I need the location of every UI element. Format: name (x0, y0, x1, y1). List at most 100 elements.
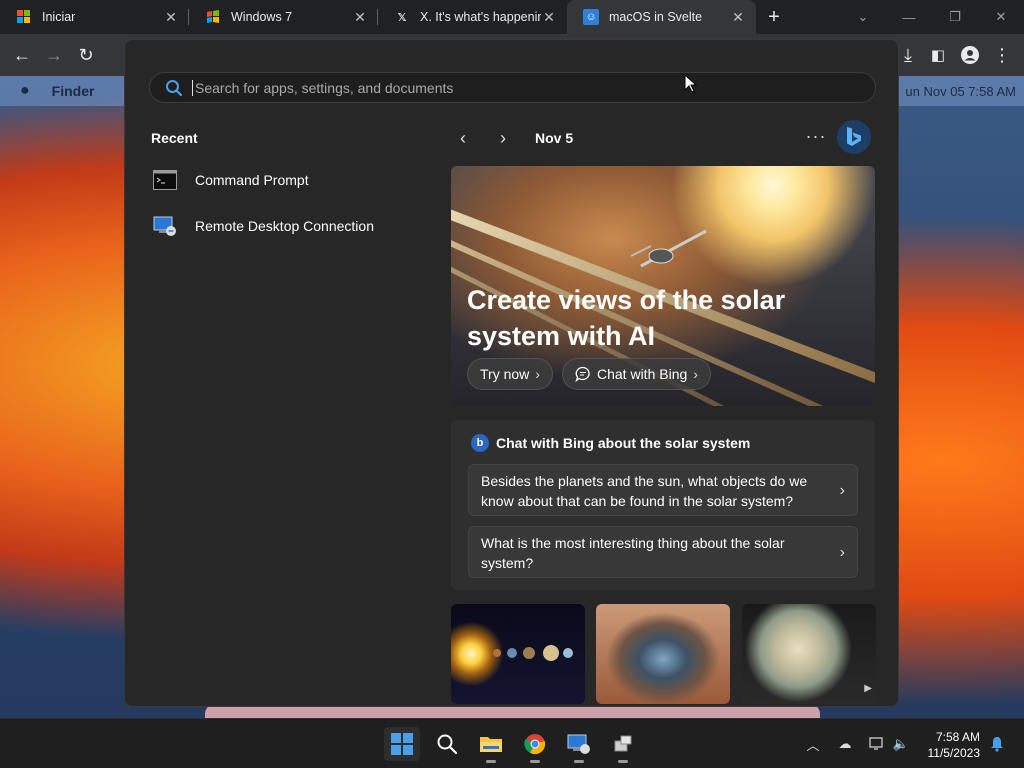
windows-logo-icon (16, 9, 32, 25)
browser-tab-strip: Iniciar ✕ Windows 7 ✕ 𝕏 X. It's what's h… (0, 0, 1024, 34)
tab-title: X. It's what's happenin (420, 10, 541, 24)
chat-suggestion-text: What is the most interesting thing about… (481, 535, 785, 571)
x-logo-icon: 𝕏 (397, 11, 407, 24)
taskbar-search-button[interactable] (429, 727, 465, 761)
taskbar: ︿ ☁ 🔈 7:58 AM 11/5/2023 (0, 718, 1024, 768)
try-now-button[interactable]: Try now › (467, 358, 553, 390)
chat-bubble-icon (575, 366, 590, 382)
date-navigation: ‹ › Nov 5 (451, 126, 573, 150)
chevron-right-icon: › (693, 366, 698, 382)
chat-suggestion[interactable]: What is the most interesting thing about… (468, 526, 858, 578)
mouse-cursor-icon (684, 74, 698, 93)
close-tab-icon[interactable]: ✕ (541, 9, 557, 26)
mac-clock: un Nov 05 7:58 AM (905, 83, 1016, 99)
back-icon[interactable]: ← (8, 42, 36, 68)
remote-desktop-taskbar-button[interactable] (561, 727, 597, 763)
search-icon (437, 734, 458, 755)
chat-with-bing-label: Chat with Bing (597, 366, 688, 382)
running-indicator (530, 760, 540, 763)
running-indicator (486, 760, 496, 763)
chevron-right-icon[interactable]: › (491, 126, 515, 150)
chat-suggestion-text: Besides the planets and the sun, what ob… (481, 473, 808, 509)
new-tab-button[interactable]: + (760, 0, 788, 34)
search-input[interactable] (192, 79, 875, 96)
hero-card[interactable]: Create views of the solar system with AI… (451, 166, 875, 406)
windows-flag-icon (205, 9, 221, 25)
planet-surface-thumbnail[interactable] (596, 604, 730, 704)
solar-system-thumbnail[interactable] (451, 604, 585, 704)
tab-title: Windows 7 (231, 10, 293, 24)
more-options-icon[interactable]: ··· (805, 126, 827, 147)
reload-icon[interactable]: ↻ (72, 42, 100, 68)
bing-chat-card: b Chat with Bing about the solar system … (451, 420, 875, 590)
start-search-box[interactable] (149, 72, 876, 103)
chevron-right-icon: › (839, 482, 845, 499)
close-tab-icon[interactable]: ✕ (730, 9, 746, 26)
tab-search-icon[interactable]: ⌄ (840, 0, 886, 34)
tab-title: macOS in Svelte (609, 10, 703, 24)
close-tab-icon[interactable]: ✕ (163, 9, 179, 26)
maximize-icon[interactable]: ❐ (932, 0, 978, 34)
finder-menu[interactable]: Finder (52, 83, 95, 99)
folder-icon (480, 737, 502, 752)
command-prompt-icon (153, 169, 177, 191)
try-now-label: Try now (480, 366, 530, 382)
tab-title: Iniciar (42, 10, 76, 24)
network-icon[interactable] (866, 733, 888, 755)
apple-icon[interactable]: ● (20, 82, 30, 100)
minimize-icon[interactable]: — (886, 0, 932, 34)
planet-dot (493, 649, 501, 657)
macos-icon: ☺ (583, 9, 599, 25)
window-controls: ⌄ — ❐ ✕ (840, 0, 1024, 34)
bing-chat-icon: b (471, 434, 489, 452)
planet-dot (563, 648, 573, 658)
chevron-left-icon[interactable]: ‹ (451, 126, 475, 150)
clock-date: 11/5/2023 (927, 746, 981, 760)
forward-icon[interactable]: → (40, 42, 68, 68)
tab-macos-in-svelte[interactable]: ☺ macOS in Svelte ✕ (567, 0, 756, 34)
tab-windows-7[interactable]: Windows 7 ✕ (189, 0, 378, 34)
recent-item-remote-desktop[interactable]: Remote Desktop Connection (153, 208, 433, 244)
bing-logo-icon[interactable] (837, 120, 871, 154)
chat-card-title: Chat with Bing about the solar system (496, 435, 751, 451)
remote-desktop-icon (567, 734, 590, 754)
recent-item-label: Command Prompt (195, 172, 309, 188)
taskbar-clock[interactable]: 7:58 AM 11/5/2023 (928, 729, 981, 761)
chevron-right-icon: › (535, 366, 540, 382)
recent-item-label: Remote Desktop Connection (195, 218, 374, 234)
show-hidden-icons-icon[interactable]: ︿ (802, 733, 824, 755)
remote-desktop-icon (153, 215, 177, 237)
chat-with-bing-button[interactable]: Chat with Bing › (562, 358, 711, 390)
tab-x[interactable]: 𝕏 X. It's what's happenin ✕ (378, 0, 567, 34)
search-icon (166, 79, 183, 96)
menu-icon[interactable]: ⋮ (988, 42, 1016, 68)
windows-start-icon (391, 733, 413, 755)
planet-dot (507, 648, 517, 658)
close-window-icon[interactable]: ✕ (978, 0, 1024, 34)
chrome-button[interactable] (517, 727, 553, 763)
feed-date: Nov 5 (535, 130, 574, 146)
chrome-icon (524, 734, 546, 755)
next-icon[interactable]: ▶ (864, 683, 872, 694)
running-indicator (574, 760, 584, 763)
recent-heading: Recent (151, 130, 198, 146)
chevron-right-icon: › (839, 544, 845, 561)
chat-card-header: b Chat with Bing about the solar system (471, 434, 750, 452)
file-explorer-button[interactable] (473, 727, 509, 763)
moon-thumbnail[interactable]: ▶ (742, 604, 876, 704)
recent-item-command-prompt[interactable]: Command Prompt (153, 162, 433, 198)
running-indicator (618, 760, 628, 763)
notification-bell-icon[interactable] (986, 733, 1008, 755)
profile-icon[interactable] (956, 42, 984, 68)
volume-muted-icon[interactable]: 🔈 (890, 733, 912, 755)
side-panel-icon[interactable]: ◧ (924, 42, 952, 68)
start-menu: Recent Command Prompt Remote Desktop Con… (124, 39, 899, 707)
chat-suggestion[interactable]: Besides the planets and the sun, what ob… (468, 464, 858, 516)
close-tab-icon[interactable]: ✕ (352, 9, 368, 26)
network-device-icon (614, 735, 632, 752)
tab-iniciar[interactable]: Iniciar ✕ (0, 0, 189, 34)
app-taskbar-button[interactable] (605, 727, 641, 763)
cloud-offline-icon[interactable]: ☁ (834, 733, 856, 755)
clock-time: 7:58 AM (935, 730, 980, 744)
start-button[interactable] (384, 727, 420, 761)
